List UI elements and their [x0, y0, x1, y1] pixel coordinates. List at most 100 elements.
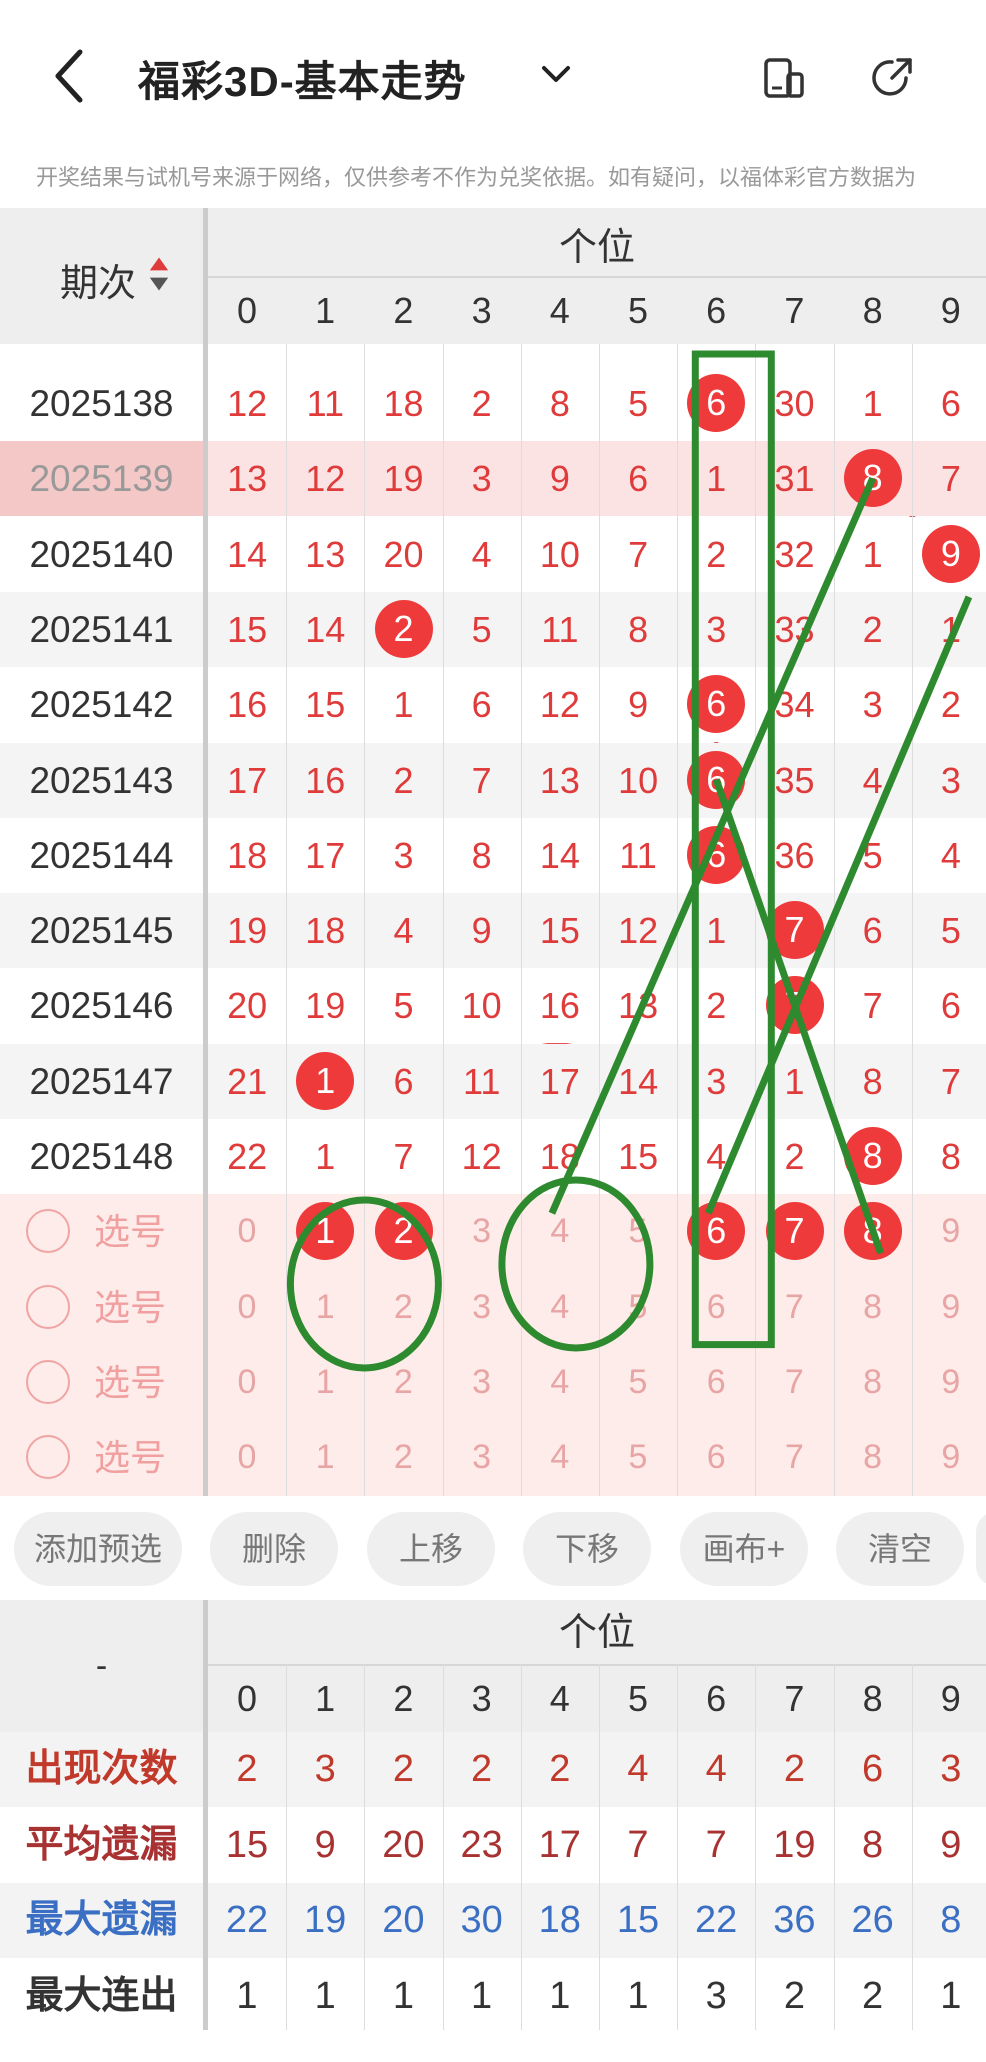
- chevron-down-icon[interactable]: [536, 54, 576, 94]
- trend-cell: 12: [461, 1136, 502, 1177]
- sort-icon[interactable]: [148, 254, 170, 294]
- select-cell[interactable]: 5: [599, 1194, 677, 1269]
- select-radio[interactable]: [26, 1435, 70, 1480]
- select-cell[interactable]: 4: [521, 1270, 599, 1345]
- stats-digit-5: 5: [627, 1678, 649, 1719]
- select-cell[interactable]: 5: [599, 1420, 677, 1495]
- select-cell[interactable]: 7: [755, 1345, 833, 1420]
- select-label[interactable]: 选号: [94, 1345, 166, 1420]
- trend-cell: 19: [227, 910, 268, 952]
- trend-cell: 4: [471, 533, 492, 575]
- select-cell[interactable]: 5: [599, 1270, 677, 1345]
- stats-row-label: 出现次数: [25, 1748, 178, 1790]
- period-header[interactable]: 期次: [60, 252, 136, 307]
- picked-ball[interactable]: 6: [687, 1202, 746, 1261]
- stats-value: 26: [851, 1899, 894, 1941]
- select-cell[interactable]: 7: [755, 1420, 833, 1495]
- picked-ball[interactable]: 2: [374, 1202, 433, 1261]
- select-cell[interactable]: 8: [834, 1345, 912, 1420]
- delete-button[interactable]: 删除: [210, 1512, 338, 1586]
- select-cell[interactable]: 8: [834, 1270, 912, 1345]
- stats-value: 22: [225, 1899, 269, 1941]
- trend-cell: 15: [539, 910, 580, 952]
- move-up-button[interactable]: 上移: [367, 1512, 495, 1586]
- stats-value: 2: [549, 1748, 571, 1790]
- select-cell[interactable]: 3: [443, 1420, 521, 1495]
- select-cell[interactable]: 3: [443, 1194, 521, 1269]
- select-cell[interactable]: 3: [443, 1270, 521, 1345]
- trend-cell: 3: [706, 1060, 727, 1102]
- select-cell[interactable]: 1: [286, 1345, 364, 1420]
- more-button-partial[interactable]: [976, 1512, 986, 1586]
- select-radio[interactable]: [26, 1209, 70, 1254]
- select-cell[interactable]: 9: [912, 1194, 986, 1269]
- select-cell[interactable]: 2: [364, 1420, 442, 1495]
- select-cell[interactable]: 0: [208, 1420, 286, 1495]
- stats-value: 2: [862, 1974, 884, 2017]
- select-cell[interactable]: 4: [521, 1420, 599, 1495]
- share-icon[interactable]: [868, 52, 918, 102]
- data-source-notice: 开奖结果与试机号来源于网络，仅供参考不作为兑奖依据。如有疑问，以福体彩官方数据为: [36, 165, 917, 190]
- picked-ball[interactable]: 7: [765, 1202, 824, 1261]
- select-cell[interactable]: 0: [208, 1270, 286, 1345]
- picked-ball[interactable]: 8: [843, 1202, 902, 1261]
- canvas-plus-button[interactable]: 画布+: [680, 1512, 808, 1586]
- select-cell[interactable]: 6: [677, 1270, 755, 1345]
- table-row: 2025144 18 17 3 8 14 11 6 36 5 4: [0, 817, 986, 893]
- trend-cell: 3: [393, 834, 414, 876]
- trend-cell: 30: [774, 383, 815, 424]
- select-cell[interactable]: 0: [208, 1345, 286, 1420]
- select-cell[interactable]: 0: [208, 1194, 286, 1269]
- move-down-button[interactable]: 下移: [523, 1512, 651, 1586]
- clear-button[interactable]: 清空: [836, 1512, 964, 1586]
- select-cell[interactable]: 6: [677, 1345, 755, 1420]
- top-bar: 福彩3D-基本走势: [0, 0, 986, 150]
- select-cell[interactable]: 4: [521, 1194, 599, 1269]
- trend-cell: 15: [618, 1136, 659, 1177]
- select-label[interactable]: 选号: [94, 1420, 166, 1495]
- group-header: 个位: [558, 227, 635, 269]
- select-cell[interactable]: 3: [443, 1345, 521, 1420]
- period-cell: 2025140: [29, 533, 174, 575]
- stats-value: 1: [549, 1974, 571, 2017]
- hit-ball: 9: [921, 524, 980, 583]
- stats-value: 18: [538, 1899, 581, 1941]
- back-icon[interactable]: [48, 46, 98, 106]
- digit-header-4: 4: [549, 290, 570, 331]
- stats-value: 15: [225, 1823, 269, 1866]
- trend-cell: 16: [305, 759, 346, 801]
- select-cell[interactable]: 7: [755, 1270, 833, 1345]
- select-cell[interactable]: 4: [521, 1345, 599, 1420]
- select-label[interactable]: 选号: [94, 1270, 166, 1345]
- stats-digit-7: 7: [784, 1678, 805, 1719]
- digit-header-6: 6: [706, 290, 727, 331]
- select-cell[interactable]: 1: [286, 1270, 364, 1345]
- picked-ball[interactable]: 1: [296, 1202, 355, 1261]
- add-preselect-button[interactable]: 添加预选: [14, 1512, 182, 1586]
- select-cell[interactable]: 2: [364, 1270, 442, 1345]
- select-label[interactable]: 选号: [94, 1194, 166, 1269]
- trend-table: 期次个位012345678920251371110171740202513812…: [0, 208, 986, 1496]
- select-cell[interactable]: 2: [364, 1345, 442, 1420]
- stats-value: 17: [538, 1823, 581, 1866]
- trend-cell: 18: [539, 1136, 580, 1177]
- column-divider: [286, 344, 288, 1496]
- page-title[interactable]: 福彩3D-基本走势: [138, 48, 467, 109]
- trend-cell: [677, 344, 755, 366]
- trend-cell: 3: [862, 684, 883, 726]
- select-cell[interactable]: 5: [599, 1345, 677, 1420]
- select-radio[interactable]: [26, 1284, 70, 1329]
- table-row: 2025148 22 1 7 12 18 15 4 2 8 8: [0, 1119, 986, 1194]
- select-cell[interactable]: 1: [286, 1420, 364, 1495]
- stats-row: 出现次数 2 3 2 2 2 4 4 2 6 3: [0, 1732, 986, 1807]
- layout-icon[interactable]: [758, 52, 808, 102]
- stats-value: 4: [627, 1748, 649, 1790]
- select-cell[interactable]: 8: [834, 1420, 912, 1495]
- select-radio[interactable]: [26, 1359, 70, 1404]
- table-row: 2025139 13 12 19 3 9 6 1 31 8 7: [0, 441, 986, 517]
- digit-header-9: 9: [940, 290, 961, 331]
- select-cell[interactable]: 9: [912, 1345, 986, 1420]
- select-cell[interactable]: 9: [912, 1420, 986, 1495]
- select-cell[interactable]: 6: [677, 1420, 755, 1495]
- select-cell[interactable]: 9: [912, 1270, 986, 1345]
